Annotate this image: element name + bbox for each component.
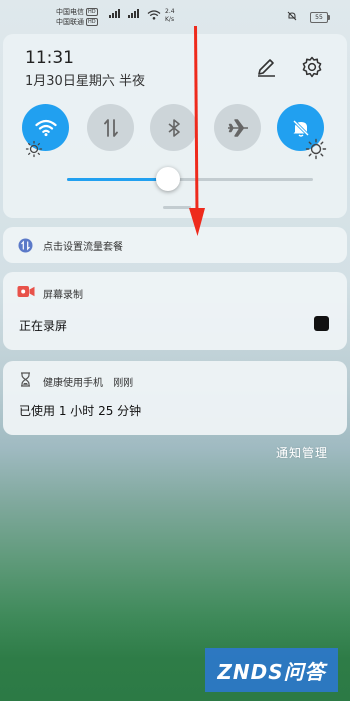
hourglass-icon — [21, 372, 30, 387]
signal-icon — [128, 9, 139, 18]
brightness-fill — [67, 178, 168, 181]
clock: 11:31 — [25, 48, 74, 68]
date-label: 1月30日星期六 半夜 — [25, 74, 145, 89]
watermark-logo: ZNDS问答 — [205, 648, 338, 692]
wifi-status-icon — [147, 10, 161, 20]
signal-icon — [109, 9, 120, 18]
airplane-icon — [227, 118, 248, 137]
network-speed: 2.4 K/s — [165, 8, 175, 23]
notification-management-link[interactable]: 通知管理 — [276, 444, 328, 461]
notification-data-plan[interactable]: 点击设置流量套餐 — [3, 227, 347, 263]
brightness-low-icon — [25, 140, 43, 158]
carrier-labels: 中国电信 HD 中国联通 HD — [56, 7, 98, 27]
carrier-2: 中国联通 — [56, 18, 84, 26]
gear-icon[interactable] — [300, 55, 324, 79]
mute-status-icon — [287, 11, 297, 21]
airplane-mode-toggle[interactable] — [214, 104, 261, 151]
quick-settings-panel: 11:31 1月30日星期六 半夜 — [3, 34, 347, 218]
notification-screen-record[interactable]: 屏幕录制 正在录屏 — [3, 272, 347, 350]
brightness-thumb[interactable] — [155, 167, 180, 191]
mobile-data-toggle[interactable] — [87, 104, 134, 151]
hd-badge: HD — [86, 8, 98, 16]
data-plan-icon — [18, 238, 33, 253]
status-bar: 中国电信 HD 中国联通 HD 2.4 K/s 55 — [0, 0, 350, 32]
bluetooth-icon — [168, 118, 180, 137]
notification-time: 刚刚 — [113, 378, 134, 389]
notification-body: 正在录屏 — [19, 319, 68, 333]
notification-health-usage[interactable]: 健康使用手机 刚刚 已使用 1 小时 25 分钟 — [3, 361, 347, 435]
edit-icon[interactable] — [255, 56, 277, 78]
bell-off-icon — [292, 119, 309, 137]
hd-badge: HD — [86, 18, 98, 26]
data-arrows-icon — [103, 118, 118, 137]
stop-icon[interactable] — [314, 316, 329, 331]
carrier-1: 中国电信 — [56, 8, 84, 16]
battery-icon: 55 — [310, 12, 330, 23]
app-name: 健康使用手机 刚刚 — [43, 378, 134, 389]
app-name: 屏幕录制 — [43, 290, 83, 301]
wifi-icon — [34, 119, 57, 136]
screen-record-icon — [17, 286, 35, 297]
notification-title: 点击设置流量套餐 — [43, 242, 123, 253]
swipe-down-arrow-icon — [189, 26, 205, 236]
notification-body: 已使用 1 小时 25 分钟 — [19, 404, 142, 418]
brightness-high-icon — [305, 138, 327, 160]
